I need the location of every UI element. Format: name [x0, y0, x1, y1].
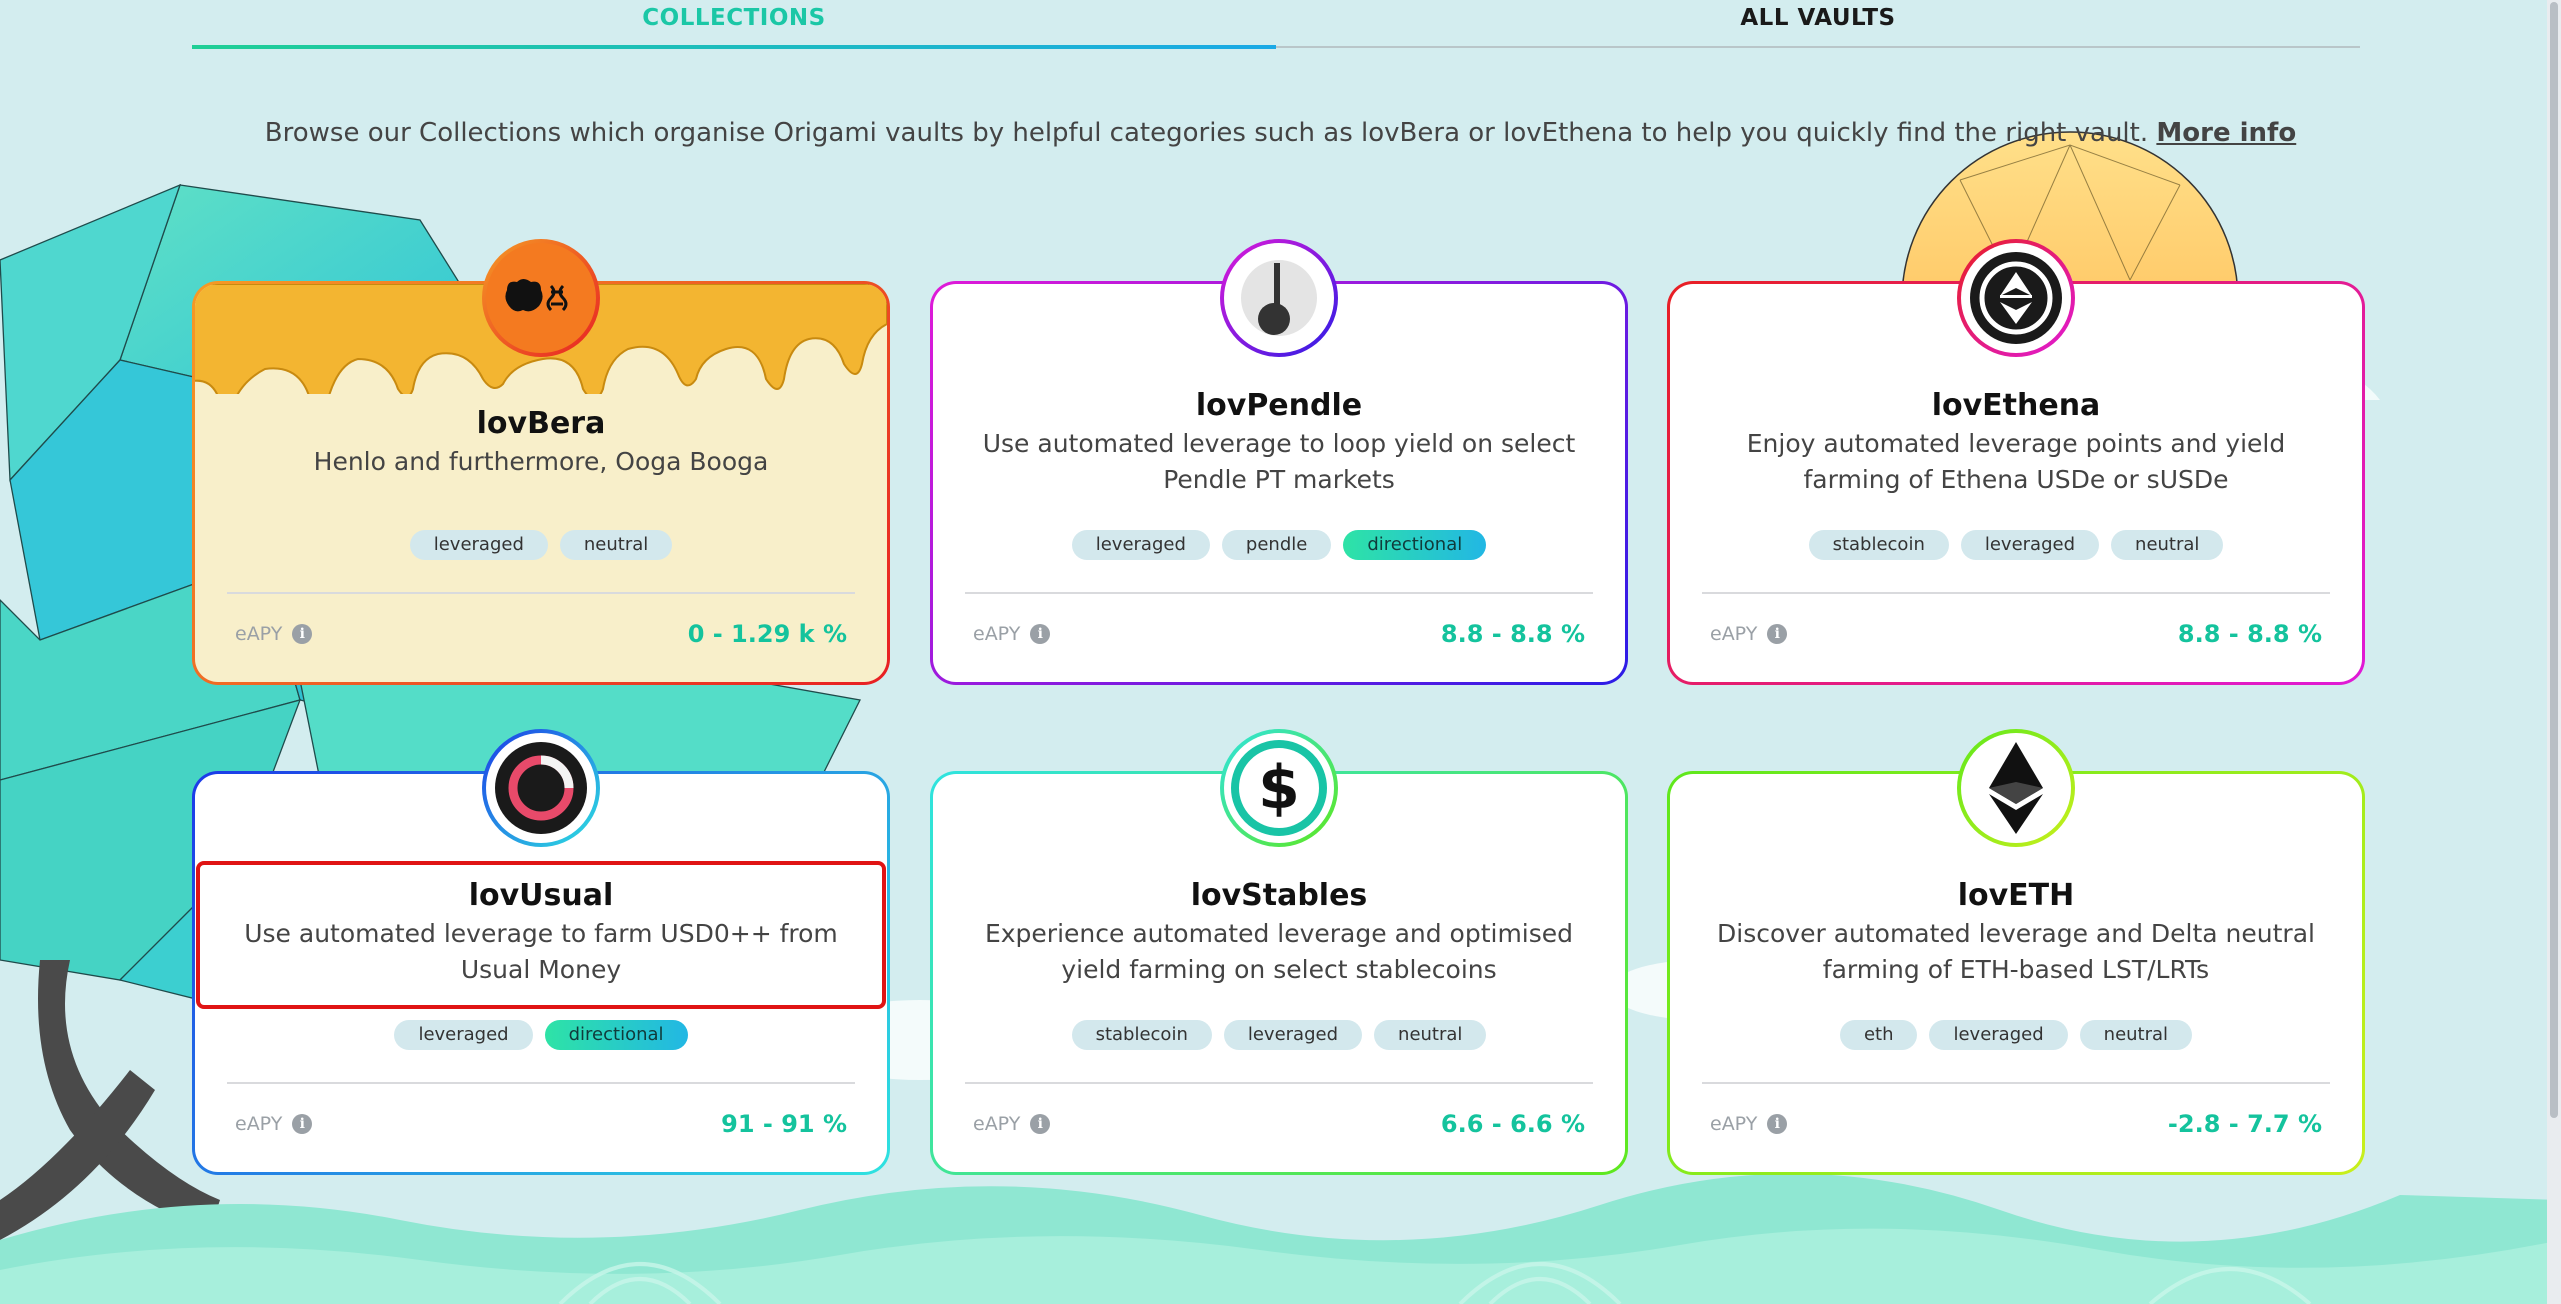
eapy-text: eAPY: [1710, 623, 1758, 645]
divider: [227, 592, 855, 594]
tag: pendle: [1221, 530, 1332, 560]
lovethena-emblem: [1957, 239, 2075, 357]
eapy-label: eAPY i: [973, 1113, 1051, 1135]
scrollbar-thumb[interactable]: [2550, 2, 2558, 1118]
tag: stablecoin: [1071, 1020, 1212, 1050]
divider: [227, 1082, 855, 1084]
card-title: lovUsual: [468, 878, 614, 913]
card-description: Enjoy automated leverage points and yiel…: [1746, 429, 2286, 494]
loveth-emblem: [1957, 729, 2075, 847]
tag: neutral: [2111, 530, 2224, 560]
card-description: Use automated leverage to loop yield on …: [982, 429, 1576, 494]
tab-all-vaults-label: ALL VAULTS: [1740, 5, 1896, 31]
tag: eth: [1839, 1020, 1918, 1050]
card-description: Experience automated leverage and optimi…: [984, 919, 1574, 984]
bera-logo-icon: [505, 279, 568, 312]
eapy-text: eAPY: [235, 1113, 283, 1135]
tag: leveraged: [1223, 1020, 1363, 1050]
info-icon[interactable]: i: [1767, 624, 1788, 644]
tag-list: stablecoin leveraged neutral: [1670, 530, 2362, 560]
card-title: lovBera: [476, 406, 606, 441]
eapy-text: eAPY: [1710, 1113, 1758, 1135]
usual-logo-icon: [495, 742, 587, 834]
card-title: lovPendle: [1195, 388, 1363, 423]
tag: neutral: [2079, 1020, 2193, 1050]
tag-list: leveraged directional: [195, 1020, 887, 1050]
tag-list: leveraged pendle directional: [933, 530, 1625, 560]
card-description: Henlo and furthermore, Ooga Booga: [313, 447, 769, 476]
eapy-label: eAPY i: [235, 623, 313, 645]
info-icon[interactable]: i: [1767, 1114, 1788, 1134]
intro-text: Browse our Collections which organise Or…: [0, 118, 2561, 148]
divider: [965, 592, 1593, 594]
lovbera-emblem: [482, 239, 600, 357]
ethena-logo-icon: [1970, 252, 2062, 344]
apy-value: -2.8 - 7.7 %: [2167, 1110, 2322, 1138]
info-icon[interactable]: i: [292, 624, 313, 644]
divider: [1702, 592, 2330, 594]
card-title: lovEthena: [1931, 388, 2101, 423]
eapy-text: eAPY: [973, 1113, 1021, 1135]
divider: [965, 1082, 1593, 1084]
eapy-label: eAPY i: [1710, 623, 1788, 645]
tag-list: eth leveraged neutral: [1670, 1020, 2362, 1050]
tab-collections-label: COLLECTIONS: [642, 5, 826, 31]
apy-value: 6.6 - 6.6 %: [1440, 1110, 1585, 1138]
intro-body: Browse our Collections which organise Or…: [264, 118, 2149, 148]
eapy-text: eAPY: [235, 623, 283, 645]
pendle-logo-icon: [1241, 260, 1317, 336]
divider: [1702, 1082, 2330, 1084]
tag-list: leveraged neutral: [195, 530, 887, 560]
ethereum-icon: [1989, 742, 2043, 834]
card-title: lovStables: [1190, 878, 1368, 913]
card-title: lovETH: [1957, 878, 2075, 913]
dollar-icon: $: [1231, 740, 1327, 836]
tag: leveraged: [1960, 530, 2100, 560]
tag: leveraged: [1929, 1020, 2068, 1050]
eapy-label: eAPY i: [1710, 1113, 1788, 1135]
more-info-link[interactable]: More info: [2156, 118, 2296, 148]
tag-list: stablecoin leveraged neutral: [933, 1020, 1625, 1050]
tag: leveraged: [394, 1020, 533, 1050]
tag: leveraged: [1071, 530, 1210, 560]
tag: stablecoin: [1808, 530, 1949, 560]
scrollbar[interactable]: [2547, 0, 2561, 1304]
card-description: Discover automated leverage and Delta ne…: [1717, 919, 2315, 984]
eapy-label: eAPY i: [235, 1113, 313, 1135]
tag: directional: [1343, 530, 1487, 560]
tab-all-vaults[interactable]: ALL VAULTS: [1276, 0, 2360, 49]
tag: leveraged: [409, 530, 548, 560]
lovusual-emblem: [482, 729, 600, 847]
info-icon[interactable]: i: [1030, 1114, 1051, 1134]
tag: directional: [544, 1020, 688, 1050]
eapy-label: eAPY i: [973, 623, 1051, 645]
eapy-text: eAPY: [973, 623, 1021, 645]
card-description: Use automated leverage to farm USD0++ fr…: [244, 919, 838, 984]
collection-tabs: COLLECTIONS ALL VAULTS: [192, 0, 2360, 49]
tab-collections[interactable]: COLLECTIONS: [192, 0, 1276, 49]
tag: neutral: [1374, 1020, 1487, 1050]
apy-value: 91 - 91 %: [721, 1110, 847, 1138]
lovpendle-emblem: [1220, 239, 1338, 357]
tag: neutral: [559, 530, 673, 560]
apy-value: 8.8 - 8.8 %: [1440, 620, 1585, 648]
apy-value: 8.8 - 8.8 %: [2177, 620, 2322, 648]
info-icon[interactable]: i: [1030, 624, 1051, 644]
apy-value: 0 - 1.29 k %: [687, 620, 847, 648]
info-icon[interactable]: i: [292, 1114, 313, 1134]
lovstables-emblem: $: [1220, 729, 1338, 847]
